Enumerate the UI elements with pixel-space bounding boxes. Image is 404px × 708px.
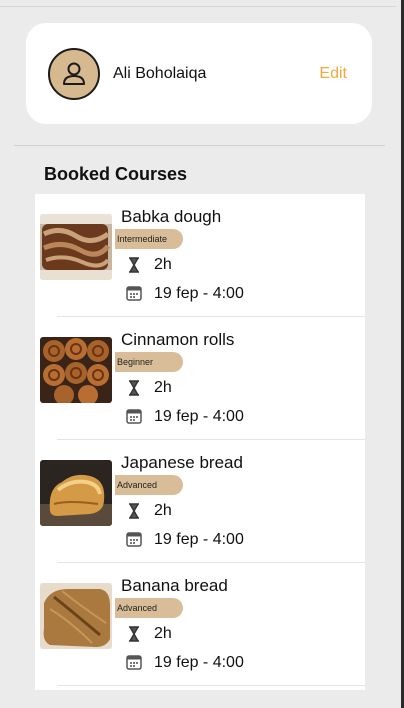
course-date: 19 fep - 4:00 [154,531,244,548]
course-date: 19 fep - 4:00 [154,285,244,302]
section-divider [14,145,385,146]
course-duration: 2h [154,502,172,519]
level-badge: Advanced [115,475,183,495]
course-date: 19 fep - 4:00 [154,654,244,671]
course-date: 19 fep - 4:00 [154,408,244,425]
babka-photo [40,214,112,280]
course-list: Babka dough Intermediate 2h 19 fep - 4:0… [35,194,365,690]
calendar-icon [126,285,142,301]
calendar-icon [126,654,142,670]
section-title: Booked Courses [44,164,188,184]
cinnamon-rolls-photo [40,337,112,403]
course-title: Japanese bread [121,453,243,472]
calendar-icon [126,408,142,424]
profile-card: Ali Boholaiqa Edit [26,23,372,124]
course-item[interactable]: Cinnamon rolls Beginner 2h 19 fep - 4:00 [35,317,365,440]
course-item[interactable]: Japanese bread Advanced 2h 19 fep - 4:00 [35,440,365,563]
banana-bread-photo [40,583,112,649]
person-icon [63,62,85,85]
level-badge: Intermediate [115,229,183,249]
course-item[interactable]: Banana bread Advanced 2h 19 fep - 4:00 [35,563,365,686]
hourglass-icon [126,257,142,273]
edit-profile-button[interactable]: Edit [319,65,347,83]
top-divider [0,6,396,7]
course-title: Cinnamon rolls [121,330,235,349]
hourglass-icon [126,503,142,519]
level-badge: Beginner [115,352,183,372]
profile-name: Ali Boholaiqa [113,65,207,82]
hourglass-icon [126,380,142,396]
japanese-bread-photo [40,460,112,526]
hourglass-icon [126,626,142,642]
course-duration: 2h [154,256,172,273]
calendar-icon [126,531,142,547]
course-title: Banana bread [121,576,228,595]
course-title: Babka dough [121,207,222,226]
row-divider [57,685,365,686]
avatar[interactable] [48,48,100,100]
level-badge: Advanced [115,598,183,618]
course-duration: 2h [154,625,172,642]
course-item[interactable]: Babka dough Intermediate 2h 19 fep - 4:0… [35,194,365,317]
course-duration: 2h [154,379,172,396]
